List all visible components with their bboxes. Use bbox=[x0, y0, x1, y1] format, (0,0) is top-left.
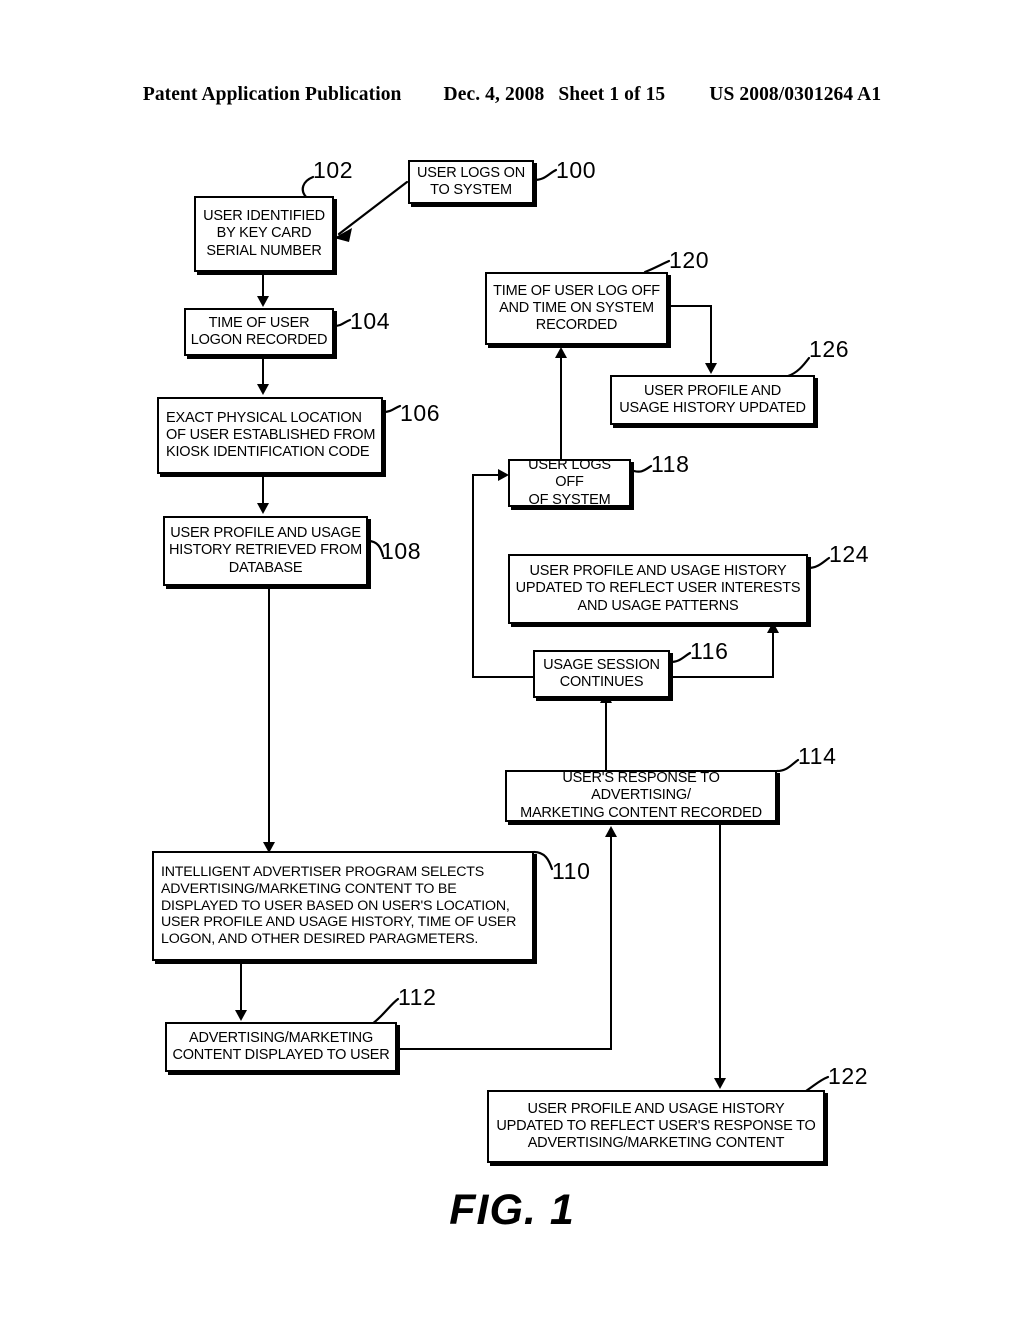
edge-104-to-106-line bbox=[262, 356, 265, 385]
node-108-label: USER PROFILE AND USAGE HISTORY RETRIEVED… bbox=[169, 525, 362, 576]
node-114-user-response-recorded[interactable]: USER'S RESPONSE TO ADVERTISING/ MARKETIN… bbox=[505, 770, 777, 822]
leader-line-114 bbox=[775, 758, 800, 773]
leader-line-110 bbox=[532, 850, 554, 871]
node-104-logon-time-recorded[interactable]: TIME OF USER LOGON RECORDED bbox=[184, 308, 334, 356]
patent-figure-page: Patent Application Publication Dec. 4, 2… bbox=[0, 0, 1024, 1320]
edge-116-to-124-segment-v bbox=[772, 632, 775, 678]
edge-114-to-122-line bbox=[719, 822, 722, 1080]
node-122-label: USER PROFILE AND USAGE HISTORY UPDATED T… bbox=[496, 1100, 816, 1152]
node-116-usage-session-continues[interactable]: USAGE SESSION CONTINUES bbox=[533, 650, 670, 698]
edge-112-to-114-segment-h bbox=[397, 1048, 612, 1051]
edge-116-to-118-segment-h-top bbox=[472, 474, 501, 477]
edge-116-to-118-segment-h-bottom bbox=[472, 676, 534, 679]
edge-110-to-112-line bbox=[240, 961, 243, 1011]
ref-numeral-116: 116 bbox=[690, 638, 729, 664]
edge-118-to-120-arrowhead bbox=[555, 347, 567, 358]
leader-line-116 bbox=[668, 651, 692, 664]
node-124-label: USER PROFILE AND USAGE HISTORY UPDATED T… bbox=[515, 563, 801, 614]
node-112-content-displayed[interactable]: ADVERTISING/MARKETING CONTENT DISPLAYED … bbox=[165, 1022, 397, 1072]
node-116-label: USAGE SESSION CONTINUES bbox=[543, 656, 660, 690]
node-120-logoff-time-recorded[interactable]: TIME OF USER LOG OFF AND TIME ON SYSTEM … bbox=[485, 272, 668, 345]
ref-numeral-120: 120 bbox=[669, 247, 710, 273]
figure-caption: FIG. 1 bbox=[449, 1186, 575, 1234]
leader-line-102 bbox=[301, 175, 315, 200]
arrowhead-100-to-102 bbox=[334, 228, 352, 242]
edge-106-to-108-line bbox=[262, 474, 265, 504]
ref-numeral-100: 100 bbox=[556, 157, 597, 183]
ref-numeral-104: 104 bbox=[350, 308, 391, 334]
edge-102-to-104-line bbox=[262, 272, 265, 297]
edge-118-to-120-line bbox=[560, 355, 563, 461]
leader-line-112 bbox=[370, 997, 400, 1026]
node-120-label: TIME OF USER LOG OFF AND TIME ON SYSTEM … bbox=[493, 282, 660, 334]
edge-116-to-118-segment-v bbox=[472, 474, 475, 678]
ref-numeral-118: 118 bbox=[651, 451, 690, 477]
ref-numeral-110: 110 bbox=[552, 858, 591, 884]
node-102-user-identified[interactable]: USER IDENTIFIED BY KEY CARD SERIAL NUMBE… bbox=[194, 196, 334, 272]
edge-102-to-104-arrowhead bbox=[257, 296, 269, 307]
leader-line-126 bbox=[786, 356, 811, 378]
edge-116-to-124-segment-h bbox=[668, 676, 774, 679]
leader-line-120 bbox=[643, 259, 671, 274]
node-100-label: USER LOGS ON TO SYSTEM bbox=[417, 164, 525, 198]
leader-line-106 bbox=[381, 404, 402, 414]
ref-numeral-108: 108 bbox=[381, 538, 422, 564]
page-header: Patent Application Publication Dec. 4, 2… bbox=[0, 84, 1024, 114]
edge-100-to-102 bbox=[337, 180, 409, 236]
node-100-user-logs-on[interactable]: USER LOGS ON TO SYSTEM bbox=[408, 160, 534, 204]
leader-line-118 bbox=[629, 464, 653, 473]
header-date: Dec. 4, 2008 bbox=[443, 84, 545, 105]
node-106-label: EXACT PHYSICAL LOCATION OF USER ESTABLIS… bbox=[166, 409, 376, 461]
ref-numeral-106: 106 bbox=[400, 400, 441, 426]
node-110-intelligent-advertiser[interactable]: INTELLIGENT ADVERTISER PROGRAM SELECTS A… bbox=[152, 851, 534, 961]
node-122-profile-updated-response[interactable]: USER PROFILE AND USAGE HISTORY UPDATED T… bbox=[487, 1090, 825, 1163]
node-114-label: USER'S RESPONSE TO ADVERTISING/ MARKETIN… bbox=[520, 770, 762, 821]
node-126-profile-usage-updated[interactable]: USER PROFILE AND USAGE HISTORY UPDATED bbox=[610, 375, 815, 425]
node-112-label: ADVERTISING/MARKETING CONTENT DISPLAYED … bbox=[172, 1029, 390, 1063]
leader-line-122 bbox=[804, 1075, 830, 1093]
edge-108-to-110-line bbox=[268, 586, 271, 844]
ref-numeral-124: 124 bbox=[829, 541, 870, 567]
ref-numeral-122: 122 bbox=[828, 1063, 869, 1089]
ref-numeral-114: 114 bbox=[798, 743, 837, 769]
ref-numeral-126: 126 bbox=[809, 336, 850, 362]
node-126-label: USER PROFILE AND USAGE HISTORY UPDATED bbox=[619, 382, 806, 416]
edge-106-to-108-arrowhead bbox=[257, 503, 269, 514]
header-publication-label: Patent Application Publication bbox=[142, 84, 402, 105]
node-108-profile-retrieved[interactable]: USER PROFILE AND USAGE HISTORY RETRIEVED… bbox=[163, 516, 368, 586]
node-102-label: USER IDENTIFIED BY KEY CARD SERIAL NUMBE… bbox=[203, 208, 325, 259]
leader-line-104 bbox=[332, 318, 352, 328]
edge-104-to-106-arrowhead bbox=[257, 384, 269, 395]
node-124-profile-updated-interests[interactable]: USER PROFILE AND USAGE HISTORY UPDATED T… bbox=[508, 554, 808, 624]
node-104-label: TIME OF USER LOGON RECORDED bbox=[190, 314, 328, 348]
header-patent-number: US 2008/0301264 A1 bbox=[709, 84, 882, 105]
ref-numeral-102: 102 bbox=[313, 157, 354, 183]
leader-line-100 bbox=[532, 168, 558, 182]
node-110-label: INTELLIGENT ADVERTISER PROGRAM SELECTS A… bbox=[161, 864, 517, 948]
edge-120-to-126-segment-v bbox=[710, 305, 713, 365]
edge-120-to-126-segment-h bbox=[668, 305, 712, 308]
edge-120-to-126-arrowhead bbox=[705, 363, 717, 374]
edge-112-to-114-segment-v bbox=[610, 836, 613, 1050]
node-118-label: USER LOGS OFF OF SYSTEM bbox=[528, 457, 611, 508]
leader-line-124 bbox=[806, 556, 831, 570]
node-106-physical-location[interactable]: EXACT PHYSICAL LOCATION OF USER ESTABLIS… bbox=[157, 397, 383, 474]
edge-114-to-122-arrowhead bbox=[714, 1078, 726, 1089]
header-sheet-number: Sheet 1 of 15 bbox=[558, 84, 666, 105]
ref-numeral-112: 112 bbox=[398, 984, 437, 1010]
edge-110-to-112-arrowhead bbox=[235, 1010, 247, 1021]
edge-112-to-114-arrowhead bbox=[605, 826, 617, 837]
node-118-user-logs-off[interactable]: USER LOGS OFF OF SYSTEM bbox=[508, 457, 631, 508]
edge-114-to-116-line bbox=[605, 700, 608, 772]
